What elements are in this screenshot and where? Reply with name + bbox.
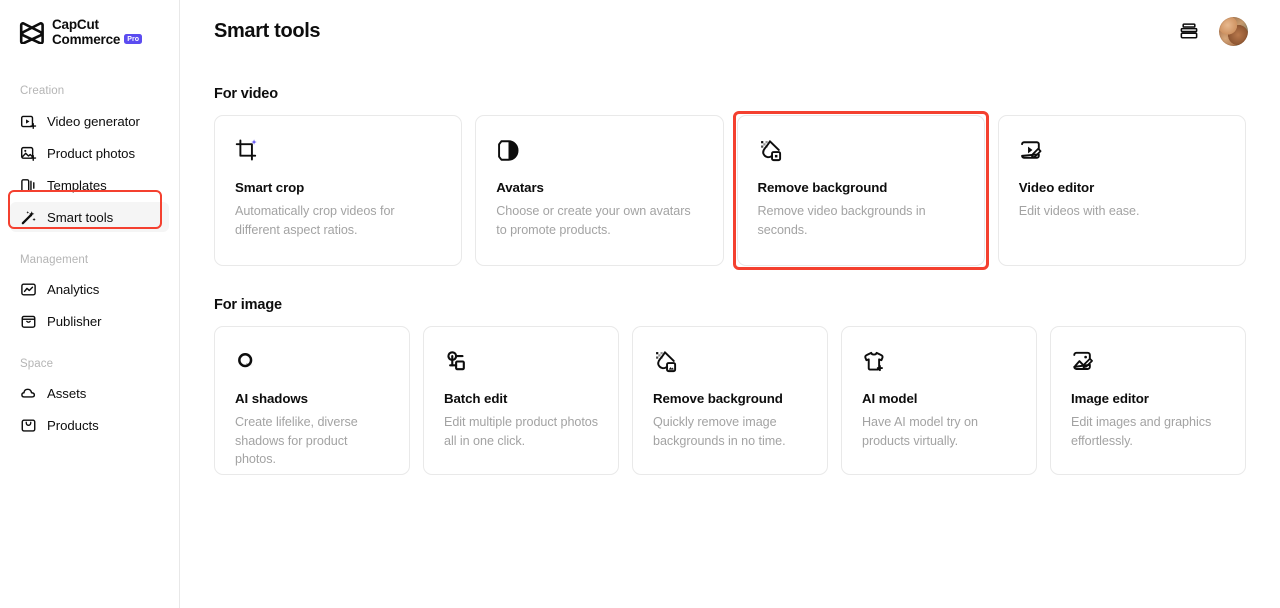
app-logo[interactable]: CapCut Commerce Pro xyxy=(0,0,179,47)
card-description: Create lifelike, diverse shadows for pro… xyxy=(235,413,389,469)
card-title: Video editor xyxy=(1019,180,1225,195)
bag-icon xyxy=(20,417,37,434)
sidebar-item-smart-tools[interactable]: Smart tools xyxy=(10,202,169,232)
tool-card-ai-model[interactable]: AI model Have AI model try on products v… xyxy=(841,326,1037,475)
card-description: Automatically crop videos for different … xyxy=(235,202,441,239)
tool-card-image-editor[interactable]: Image editor Edit images and graphics ef… xyxy=(1050,326,1246,475)
tshirt-plus-icon xyxy=(862,348,888,374)
tool-card-batch-edit[interactable]: Batch edit Edit multiple product photos … xyxy=(423,326,619,475)
capcut-logo-icon xyxy=(19,22,45,44)
top-bar-actions xyxy=(1177,17,1248,46)
tool-card-remove-background-video[interactable]: Remove background Remove video backgroun… xyxy=(737,115,985,266)
logo-commerce-text: Commerce xyxy=(52,33,120,48)
main-content: Smart tools For video xyxy=(180,0,1280,608)
image-plus-icon xyxy=(20,145,37,162)
tool-card-remove-background-image[interactable]: Remove background Quickly remove image b… xyxy=(632,326,828,475)
card-title: AI shadows xyxy=(235,391,389,406)
remove-background-image-icon xyxy=(653,348,679,374)
page-title: Smart tools xyxy=(214,20,320,43)
video-edit-icon xyxy=(1019,137,1045,163)
card-title: Smart crop xyxy=(235,180,441,195)
app-root: CapCut Commerce Pro Creation Video gener… xyxy=(0,0,1280,608)
logo-wordmark: CapCut Commerce Pro xyxy=(52,18,142,47)
top-bar: Smart tools xyxy=(180,0,1280,62)
calendar-icon xyxy=(20,313,37,330)
image-edit-icon xyxy=(1071,348,1097,374)
smart-crop-icon xyxy=(235,137,261,163)
sidebar-item-label: Smart tools xyxy=(47,210,113,225)
card-title: Remove background xyxy=(758,180,964,195)
sidebar-item-label: Video generator xyxy=(47,114,140,129)
image-tools-grid: AI shadows Create lifelike, diverse shad… xyxy=(214,326,1246,475)
video-tools-grid: Smart crop Automatically crop videos for… xyxy=(214,115,1246,266)
tool-card-avatars[interactable]: Avatars Choose or create your own avatar… xyxy=(475,115,723,266)
tool-card-smart-crop[interactable]: Smart crop Automatically crop videos for… xyxy=(214,115,462,266)
sidebar: CapCut Commerce Pro Creation Video gener… xyxy=(0,0,180,608)
sidebar-item-label: Product photos xyxy=(47,146,135,161)
card-title: Batch edit xyxy=(444,391,598,406)
sidebar-item-assets[interactable]: Assets xyxy=(10,378,169,408)
section-title-for-image: For image xyxy=(214,297,1246,313)
logo-line-capcut: CapCut xyxy=(52,18,142,33)
video-plus-icon xyxy=(20,113,37,130)
card-description: Edit images and graphics effortlessly. xyxy=(1071,413,1225,450)
cloud-icon xyxy=(20,385,37,402)
sidebar-item-label: Templates xyxy=(47,178,107,193)
remove-background-video-icon xyxy=(758,137,784,163)
card-title: Remove background xyxy=(653,391,807,406)
card-title: AI model xyxy=(862,391,1016,406)
sidebar-item-video-generator[interactable]: Video generator xyxy=(10,106,169,136)
card-description: Remove video backgrounds in seconds. xyxy=(758,202,964,239)
pro-badge: Pro xyxy=(124,34,142,44)
card-title: Avatars xyxy=(496,180,702,195)
logo-line-commerce: Commerce Pro xyxy=(52,33,142,48)
batch-edit-icon xyxy=(444,348,470,374)
sidebar-item-label: Products xyxy=(47,418,99,433)
card-title: Image editor xyxy=(1071,391,1225,406)
analytics-chart-icon xyxy=(20,281,37,298)
sidebar-item-products[interactable]: Products xyxy=(10,410,169,440)
magic-wand-icon xyxy=(20,209,37,226)
tools-content: For video Smart crop Automatically crop … xyxy=(180,86,1280,475)
avatar-face-icon xyxy=(496,137,522,163)
tool-card-ai-shadows[interactable]: AI shadows Create lifelike, diverse shad… xyxy=(214,326,410,475)
sidebar-item-product-photos[interactable]: Product photos xyxy=(10,138,169,168)
tool-card-video-editor[interactable]: Video editor Edit videos with ease. xyxy=(998,115,1246,266)
templates-icon xyxy=(20,177,37,194)
nav-group-label-creation: Creation xyxy=(0,85,179,97)
nav-group-label-space: Space xyxy=(0,358,179,370)
section-title-for-video: For video xyxy=(214,86,1246,102)
sidebar-item-templates[interactable]: Templates xyxy=(10,170,169,200)
sidebar-item-analytics[interactable]: Analytics xyxy=(10,274,169,304)
card-description: Choose or create your own avatars to pro… xyxy=(496,202,702,239)
card-description: Edit multiple product photos all in one … xyxy=(444,413,598,450)
sidebar-item-label: Analytics xyxy=(47,282,99,297)
card-description: Have AI model try on products virtually. xyxy=(862,413,1016,450)
card-description: Edit videos with ease. xyxy=(1019,202,1225,221)
sidebar-item-publisher[interactable]: Publisher xyxy=(10,306,169,336)
sidebar-item-label: Publisher xyxy=(47,314,102,329)
avatar[interactable] xyxy=(1219,17,1248,46)
sidebar-item-label: Assets xyxy=(47,386,86,401)
card-description: Quickly remove image backgrounds in no t… xyxy=(653,413,807,450)
layout-panels-icon[interactable] xyxy=(1177,19,1201,43)
nav-group-label-management: Management xyxy=(0,254,179,266)
ai-shadow-circle-icon xyxy=(235,348,261,374)
